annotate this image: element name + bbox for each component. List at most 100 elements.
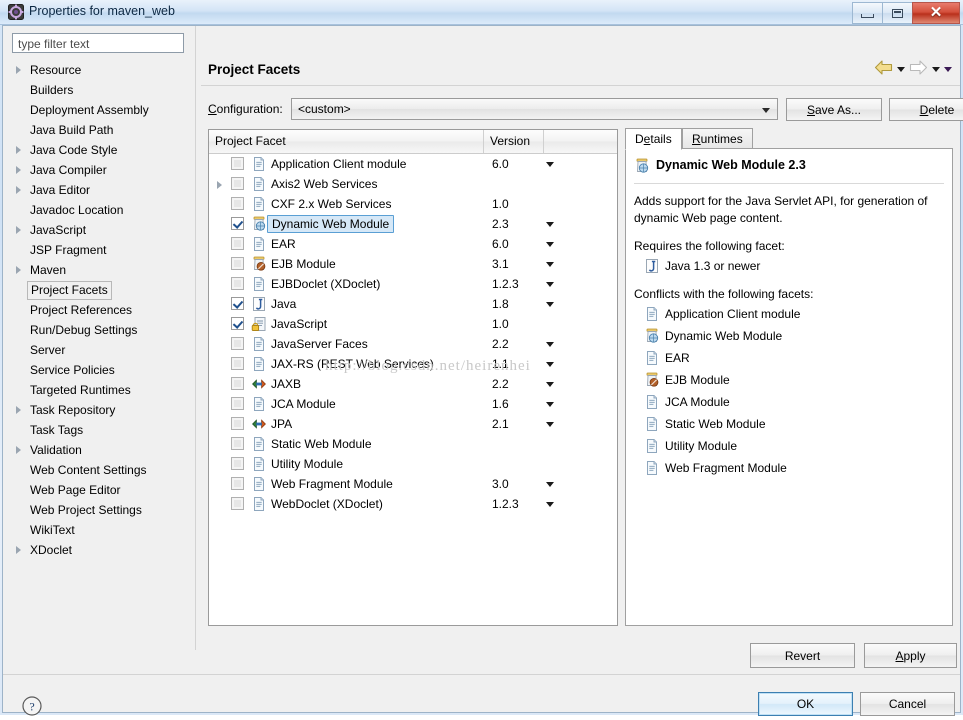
facet-checkbox[interactable] [231,217,244,230]
sidebar-item-xdoclet[interactable]: XDoclet [8,540,194,560]
facet-checkbox[interactable] [231,197,244,210]
sidebar-item-validation[interactable]: Validation [8,440,194,460]
version-chevron-down-icon[interactable] [546,282,554,287]
version-chevron-down-icon[interactable] [546,242,554,247]
table-row[interactable]: JCA Module 1.6 [209,394,617,414]
filter-input[interactable]: type filter text [12,33,184,53]
minimize-button[interactable] [852,2,882,24]
back-menu-chevron-down-icon[interactable] [897,66,905,72]
version-chevron-down-icon[interactable] [546,162,554,167]
sidebar-item-builders[interactable]: Builders [8,80,194,100]
facet-checkbox[interactable] [231,497,244,510]
sidebar-item-maven[interactable]: Maven [8,260,194,280]
version-chevron-down-icon[interactable] [546,362,554,367]
ok-button[interactable]: OK [758,692,853,716]
sidebar-item-project-facets[interactable]: Project Facets [8,280,194,300]
facet-checkbox[interactable] [231,297,244,310]
column-header-version[interactable]: Version [484,130,544,153]
close-button[interactable]: ✕ [912,2,960,24]
table-row[interactable]: JPA 2.1 [209,414,617,434]
sidebar-item-project-references[interactable]: Project References [8,300,194,320]
chevron-right-icon[interactable] [16,406,21,414]
delete-button[interactable]: Delete [889,98,963,121]
table-row[interactable]: Application Client module 6.0 [209,154,617,174]
page-menu-chevron-down-icon[interactable] [944,66,952,72]
chevron-right-icon[interactable] [16,146,21,154]
sidebar-item-java-code-style[interactable]: Java Code Style [8,140,194,160]
configuration-select[interactable]: <custom> [291,98,778,120]
sidebar-item-task-tags[interactable]: Task Tags [8,420,194,440]
version-chevron-down-icon[interactable] [546,502,554,507]
version-chevron-down-icon[interactable] [546,482,554,487]
chevron-right-icon[interactable] [16,546,21,554]
sidebar-item-resource[interactable]: Resource [8,60,194,80]
help-question-icon[interactable]: ? [21,695,43,717]
sidebar-item-java-build-path[interactable]: Java Build Path [8,120,194,140]
maximize-button[interactable] [882,2,912,24]
version-chevron-down-icon[interactable] [546,262,554,267]
project-facets-table[interactable]: Project Facet Version Application Client… [208,129,618,626]
sidebar-item-javadoc-location[interactable]: Javadoc Location [8,200,194,220]
sidebar-item-jsp-fragment[interactable]: JSP Fragment [8,240,194,260]
sidebar-item-task-repository[interactable]: Task Repository [8,400,194,420]
back-arrow-icon[interactable] [874,60,893,78]
sidebar-item-targeted-runtimes[interactable]: Targeted Runtimes [8,380,194,400]
facet-checkbox[interactable] [231,377,244,390]
sidebar-item-wikitext[interactable]: WikiText [8,520,194,540]
revert-button[interactable]: Revert [750,643,855,668]
sidebar-item-run-debug-settings[interactable]: Run/Debug Settings [8,320,194,340]
sidebar-item-web-page-editor[interactable]: Web Page Editor [8,480,194,500]
facet-checkbox[interactable] [231,417,244,430]
chevron-right-icon[interactable] [16,226,21,234]
table-row[interactable]: CXF 2.x Web Services 1.0 [209,194,617,214]
version-chevron-down-icon[interactable] [546,222,554,227]
facet-checkbox[interactable] [231,477,244,490]
sidebar-item-web-content-settings[interactable]: Web Content Settings [8,460,194,480]
table-row[interactable]: Static Web Module [209,434,617,454]
facet-checkbox[interactable] [231,317,244,330]
sidebar-item-web-project-settings[interactable]: Web Project Settings [8,500,194,520]
table-row[interactable]: Web Fragment Module 3.0 [209,474,617,494]
version-chevron-down-icon[interactable] [546,302,554,307]
chevron-right-icon[interactable] [16,186,21,194]
sidebar-item-java-compiler[interactable]: Java Compiler [8,160,194,180]
sidebar-item-service-policies[interactable]: Service Policies [8,360,194,380]
facet-checkbox[interactable] [231,257,244,270]
tab-details[interactable]: Details [625,128,682,150]
table-row[interactable]: Java 1.8 [209,294,617,314]
facet-checkbox[interactable] [231,357,244,370]
table-row[interactable]: JavaScript 1.0 [209,314,617,334]
chevron-right-icon[interactable] [16,266,21,274]
tab-runtimes[interactable]: Runtimes [682,128,753,150]
table-row[interactable]: JAX-RS (REST Web Services) 1.1 [209,354,617,374]
table-row[interactable]: EAR 6.0 [209,234,617,254]
version-chevron-down-icon[interactable] [546,402,554,407]
sidebar-item-java-editor[interactable]: Java Editor [8,180,194,200]
table-row[interactable]: Axis2 Web Services [209,174,617,194]
sidebar-item-javascript[interactable]: JavaScript [8,220,194,240]
chevron-right-icon[interactable] [16,166,21,174]
table-row[interactable]: Utility Module [209,454,617,474]
forward-menu-chevron-down-icon[interactable] [932,66,940,72]
facet-checkbox[interactable] [231,337,244,350]
cancel-button[interactable]: Cancel [860,692,955,716]
chevron-right-icon[interactable] [16,66,21,74]
facet-checkbox[interactable] [231,157,244,170]
table-row[interactable]: WebDoclet (XDoclet) 1.2.3 [209,494,617,514]
version-chevron-down-icon[interactable] [546,422,554,427]
version-chevron-down-icon[interactable] [546,382,554,387]
save-as-button[interactable]: Save As... [786,98,882,121]
table-row[interactable]: JavaServer Faces 2.2 [209,334,617,354]
facet-checkbox[interactable] [231,237,244,250]
version-chevron-down-icon[interactable] [546,342,554,347]
table-row[interactable]: Dynamic Web Module 2.3 [209,214,617,234]
sidebar-item-server[interactable]: Server [8,340,194,360]
column-header-project-facet[interactable]: Project Facet [209,130,484,153]
forward-arrow-icon[interactable] [909,60,928,78]
table-row[interactable]: EJB Module 3.1 [209,254,617,274]
facet-checkbox[interactable] [231,397,244,410]
column-header-extra[interactable] [544,130,617,153]
facet-checkbox[interactable] [231,437,244,450]
chevron-right-icon[interactable] [16,446,21,454]
facet-checkbox[interactable] [231,457,244,470]
